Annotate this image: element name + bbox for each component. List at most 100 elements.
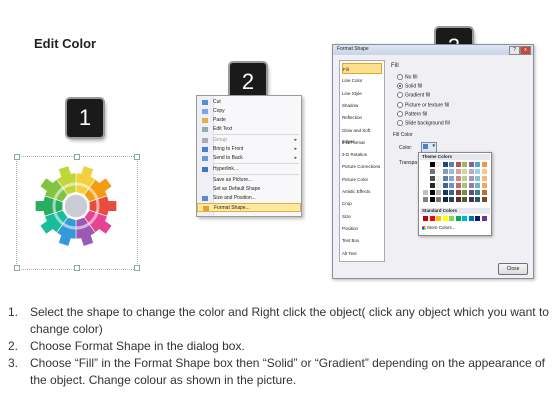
menu-item-bring-to-front[interactable]: Bring to Front ▸ bbox=[197, 145, 301, 154]
menu-item-hyperlink[interactable]: Hyperlink... bbox=[197, 165, 301, 174]
standard-color-swatch[interactable] bbox=[475, 216, 480, 221]
theme-color-swatch[interactable] bbox=[423, 197, 428, 202]
theme-color-swatch[interactable] bbox=[462, 176, 467, 181]
theme-color-swatch[interactable] bbox=[436, 183, 441, 188]
nav-item-position[interactable]: Position bbox=[342, 223, 382, 234]
theme-color-swatch[interactable] bbox=[462, 197, 467, 202]
theme-color-swatch[interactable] bbox=[462, 162, 467, 167]
fill-option-radio[interactable]: Pattern fill bbox=[397, 110, 427, 117]
theme-color-swatch[interactable] bbox=[455, 169, 461, 174]
theme-color-swatch[interactable] bbox=[455, 183, 461, 188]
theme-color-swatch[interactable] bbox=[475, 183, 480, 188]
theme-color-swatch[interactable] bbox=[423, 183, 428, 188]
fill-option-radio[interactable]: No fill bbox=[397, 74, 418, 80]
gear-graphic[interactable] bbox=[30, 160, 122, 252]
nav-item-3-d-format[interactable]: 3-D Format bbox=[342, 137, 382, 148]
theme-color-swatch[interactable] bbox=[442, 183, 448, 188]
help-button[interactable]: ? bbox=[509, 46, 520, 55]
standard-color-swatch[interactable] bbox=[449, 216, 454, 221]
theme-color-swatch[interactable] bbox=[442, 190, 448, 195]
menu-item-copy[interactable]: Copy bbox=[197, 107, 301, 116]
theme-color-swatch[interactable] bbox=[462, 183, 467, 188]
theme-color-swatch[interactable] bbox=[455, 162, 461, 167]
theme-color-swatch[interactable] bbox=[436, 176, 441, 181]
menu-item-cut[interactable]: Cut bbox=[197, 98, 301, 107]
close-button[interactable]: Close bbox=[498, 263, 528, 275]
menu-item-save-as-picture[interactable]: Save as Picture... bbox=[197, 176, 301, 185]
fill-option-radio[interactable]: Solid fill bbox=[397, 83, 422, 90]
theme-color-swatch[interactable] bbox=[481, 197, 487, 202]
theme-color-swatch[interactable] bbox=[475, 169, 480, 174]
theme-color-swatch[interactable] bbox=[449, 162, 454, 167]
theme-color-swatch[interactable] bbox=[481, 190, 487, 195]
theme-color-swatch[interactable] bbox=[468, 190, 474, 195]
theme-color-swatch[interactable] bbox=[449, 183, 454, 188]
fill-option-radio[interactable]: Picture or texture fill bbox=[397, 101, 449, 108]
theme-color-swatch[interactable] bbox=[436, 190, 441, 195]
nav-item-text-box[interactable]: Text Box bbox=[342, 235, 382, 246]
theme-color-swatch[interactable] bbox=[442, 197, 448, 202]
nav-item-line-style[interactable]: Line Style bbox=[342, 88, 382, 99]
theme-color-swatch[interactable] bbox=[449, 169, 454, 174]
theme-color-swatch[interactable] bbox=[462, 169, 467, 174]
theme-color-swatch[interactable] bbox=[468, 197, 474, 202]
theme-color-swatch[interactable] bbox=[423, 176, 428, 181]
theme-color-swatch[interactable] bbox=[481, 176, 487, 181]
theme-color-swatch[interactable] bbox=[442, 162, 448, 167]
nav-item-artistic-effects[interactable]: Artistic Effects bbox=[342, 186, 382, 197]
fill-option-radio[interactable]: Slide background fill bbox=[397, 120, 450, 126]
standard-color-swatch[interactable] bbox=[481, 216, 487, 221]
theme-color-swatch[interactable] bbox=[436, 162, 441, 167]
nav-item-picture-corrections[interactable]: Picture Corrections bbox=[342, 161, 382, 172]
theme-color-swatch[interactable] bbox=[475, 176, 480, 181]
theme-color-swatch[interactable] bbox=[449, 176, 454, 181]
standard-color-swatch[interactable] bbox=[442, 216, 448, 221]
more-colors-link[interactable]: More Colors... bbox=[422, 224, 456, 231]
selection-handle[interactable] bbox=[134, 154, 140, 160]
standard-color-swatch[interactable] bbox=[429, 216, 435, 221]
theme-color-swatch[interactable] bbox=[455, 176, 461, 181]
theme-color-swatch[interactable] bbox=[468, 162, 474, 167]
theme-color-swatch[interactable] bbox=[468, 176, 474, 181]
theme-color-swatch[interactable] bbox=[481, 183, 487, 188]
nav-item-size[interactable]: Size bbox=[342, 211, 382, 222]
standard-color-swatch[interactable] bbox=[436, 216, 441, 221]
selection-handle[interactable] bbox=[74, 265, 80, 271]
nav-item-crop[interactable]: Crop bbox=[342, 198, 382, 209]
theme-color-swatch[interactable] bbox=[429, 183, 435, 188]
theme-color-swatch[interactable] bbox=[468, 183, 474, 188]
theme-color-swatch[interactable] bbox=[429, 169, 435, 174]
theme-color-swatch[interactable] bbox=[475, 197, 480, 202]
theme-color-swatch[interactable] bbox=[429, 190, 435, 195]
theme-color-swatch[interactable] bbox=[429, 176, 435, 181]
menu-item-size-and-position[interactable]: Size and Position... bbox=[197, 194, 301, 203]
theme-color-swatch[interactable] bbox=[481, 162, 487, 167]
fill-option-radio[interactable]: Gradient fill bbox=[397, 92, 430, 99]
theme-color-swatch[interactable] bbox=[475, 190, 480, 195]
standard-color-swatch[interactable] bbox=[468, 216, 474, 221]
nav-item-line-color[interactable]: Line Color bbox=[342, 75, 382, 86]
selection-handle[interactable] bbox=[134, 265, 140, 271]
nav-item-reflection[interactable]: Reflection bbox=[342, 112, 382, 123]
menu-item-set-as-default-shape[interactable]: Set as Default Shape bbox=[197, 185, 301, 194]
theme-color-swatch[interactable] bbox=[455, 197, 461, 202]
menu-item-format-shape[interactable]: Format Shape... bbox=[197, 203, 301, 212]
theme-color-swatch[interactable] bbox=[475, 162, 480, 167]
theme-color-swatch[interactable] bbox=[423, 162, 428, 167]
menu-item-paste[interactable]: Paste bbox=[197, 116, 301, 125]
nav-item-3-d-rotation[interactable]: 3-D Rotation bbox=[342, 149, 382, 160]
nav-item-shadow[interactable]: Shadow bbox=[342, 100, 382, 111]
nav-item-fill[interactable]: Fill bbox=[342, 63, 382, 74]
selection-handle[interactable] bbox=[14, 265, 20, 271]
standard-color-swatch[interactable] bbox=[462, 216, 467, 221]
menu-item-send-to-back[interactable]: Send to Back ▸ bbox=[197, 154, 301, 163]
theme-color-swatch[interactable] bbox=[481, 169, 487, 174]
theme-color-swatch[interactable] bbox=[455, 190, 461, 195]
theme-color-swatch[interactable] bbox=[442, 176, 448, 181]
theme-color-swatch[interactable] bbox=[468, 169, 474, 174]
theme-color-swatch[interactable] bbox=[449, 190, 454, 195]
theme-color-swatch[interactable] bbox=[423, 190, 428, 195]
menu-item-edit-text[interactable]: Edit Text bbox=[197, 125, 301, 134]
nav-item-picture-color[interactable]: Picture Color bbox=[342, 174, 382, 185]
selection-handle[interactable] bbox=[14, 154, 20, 160]
